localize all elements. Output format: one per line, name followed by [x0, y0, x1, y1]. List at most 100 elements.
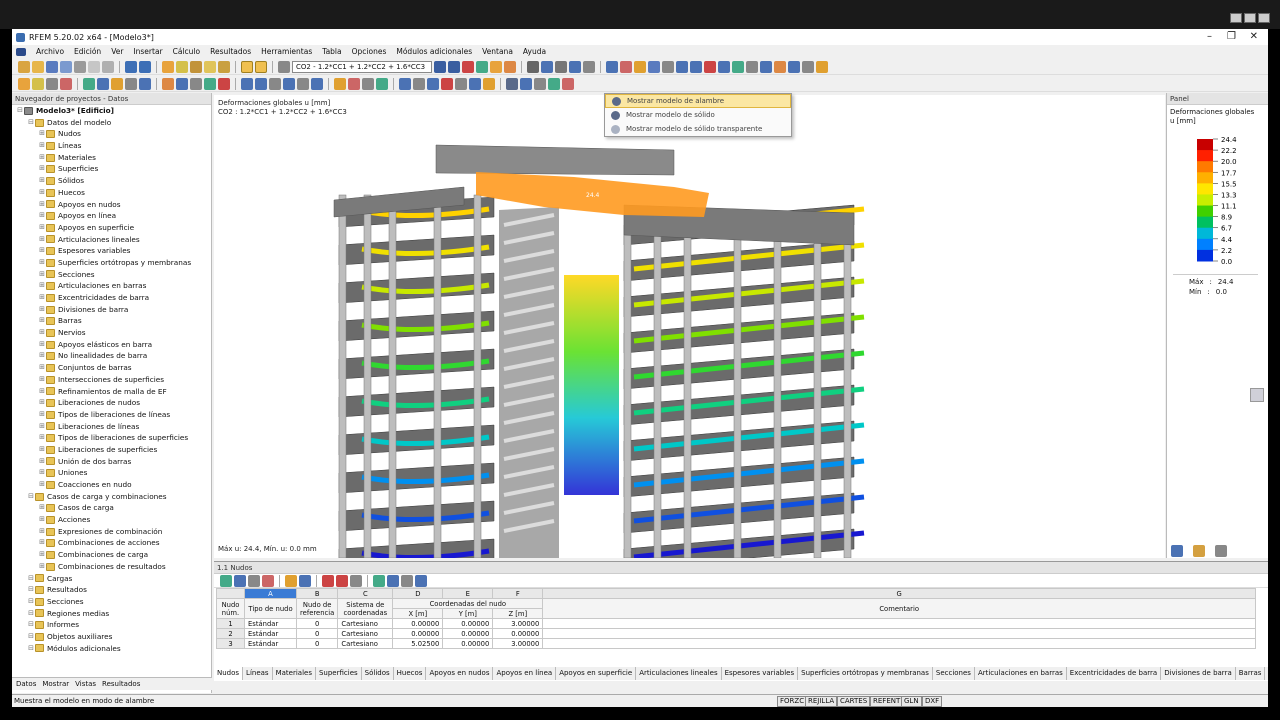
tree-item[interactable]: ⊞ Liberaciones de líneas: [12, 421, 211, 433]
table-cell[interactable]: Cartesiano: [337, 638, 394, 649]
tool-icon[interactable]: [583, 60, 595, 73]
tool-icon[interactable]: [255, 77, 267, 90]
table-cell[interactable]: 0.00000: [442, 638, 494, 649]
status-refent[interactable]: REFENT: [870, 696, 904, 707]
tool-icon[interactable]: [350, 574, 362, 587]
tool-icon[interactable]: [802, 60, 814, 73]
expand-icon[interactable]: ⊟: [27, 573, 35, 585]
expand-icon[interactable]: ⊞: [38, 374, 46, 386]
col-letter-c[interactable]: C: [337, 588, 394, 599]
tree-item[interactable]: ⊞ Tipos de liberaciones de superficies: [12, 432, 211, 444]
tree-item[interactable]: ⊞ Superficies ortótropas y membranas: [12, 257, 211, 269]
tool-icon[interactable]: [60, 77, 72, 90]
menu-calculo[interactable]: Cálculo: [173, 47, 200, 56]
tool-icon[interactable]: [32, 77, 44, 90]
tree-item[interactable]: ⊞ Liberaciones de nudos: [12, 397, 211, 409]
tool-icon[interactable]: [732, 60, 744, 73]
tool-icon[interactable]: [455, 77, 467, 90]
view-icon[interactable]: [241, 60, 253, 73]
menu-archivo[interactable]: Archivo: [36, 47, 64, 56]
menu-insertar[interactable]: Insertar: [133, 47, 162, 56]
cut-icon[interactable]: [74, 60, 86, 73]
table-cell[interactable]: 0.00000: [442, 618, 494, 629]
zoom-icon[interactable]: [1250, 388, 1264, 402]
table-tab[interactable]: Nudos: [214, 667, 244, 680]
expand-icon[interactable]: ⊟: [27, 117, 35, 129]
table-cell[interactable]: 0: [295, 628, 339, 639]
tree-item[interactable]: ⊞ Coacciones en nudo: [12, 479, 211, 491]
tool-icon[interactable]: [718, 60, 730, 73]
tree-item[interactable]: ⊞ Apoyos elásticos en barra: [12, 339, 211, 351]
expand-icon[interactable]: ⊞: [38, 502, 46, 514]
maximize-button[interactable]: ❐: [1227, 31, 1236, 42]
tool-icon[interactable]: [334, 77, 346, 90]
expand-icon[interactable]: ⊞: [38, 409, 46, 421]
tool-icon[interactable]: [788, 60, 800, 73]
tool-icon[interactable]: [176, 77, 188, 90]
expand-icon[interactable]: ⊞: [38, 526, 46, 538]
tool-icon[interactable]: [548, 77, 560, 90]
load-combination-select[interactable]: CO2 - 1.2*CC1 + 1.2*CC2 + 1.6*CC3: [292, 60, 432, 73]
table-tab[interactable]: Excentricidades de barra: [1067, 667, 1162, 680]
tool-icon[interactable]: [527, 60, 539, 73]
tree-item[interactable]: ⊞ Combinaciones de acciones: [12, 537, 211, 549]
excel-icon[interactable]: [220, 574, 232, 587]
table-tab[interactable]: Huecos: [394, 667, 427, 680]
display-mode-icon[interactable]: [506, 77, 518, 90]
tree-item[interactable]: ⊞ Liberaciones de superficies: [12, 444, 211, 456]
menu-ver[interactable]: Ver: [111, 47, 123, 56]
table-tab[interactable]: Articulaciones en barras: [975, 667, 1067, 680]
table-cell[interactable]: Estándar: [244, 618, 297, 629]
tool-icon[interactable]: [111, 77, 123, 90]
tree-item[interactable]: ⊞ Articulaciones en barras: [12, 280, 211, 292]
expand-icon[interactable]: ⊞: [38, 456, 46, 468]
tree-item[interactable]: ⊞ Divisiones de barra: [12, 304, 211, 316]
tool-icon[interactable]: [401, 574, 413, 587]
expand-icon[interactable]: ⊞: [38, 210, 46, 222]
copy-icon[interactable]: [88, 60, 100, 73]
print-icon[interactable]: [60, 60, 72, 73]
expand-icon[interactable]: ⊟: [27, 584, 35, 596]
table-cell[interactable]: 0: [295, 638, 339, 649]
tool-icon[interactable]: [311, 77, 323, 90]
tab-vistas[interactable]: Vistas: [75, 680, 96, 688]
expand-icon[interactable]: ⊞: [38, 421, 46, 433]
expand-icon[interactable]: ⊞: [38, 269, 46, 281]
table-tab[interactable]: Divisiones de barra: [1161, 667, 1236, 680]
menu-ventana[interactable]: Ventana: [482, 47, 513, 56]
table-row[interactable]: 1 Estándar 0 Cartesiano 0.00000 0.00000 3.0000…: [216, 618, 1256, 629]
tab-datos[interactable]: Datos: [16, 680, 36, 688]
table-cell[interactable]: 0.00000: [392, 618, 444, 629]
tool-icon[interactable]: [676, 60, 688, 73]
expand-icon[interactable]: ⊞: [38, 292, 46, 304]
status-forzc[interactable]: FORZC: [777, 696, 808, 707]
expand-icon[interactable]: ⊞: [38, 339, 46, 351]
tree-item[interactable]: ⊞ Barras: [12, 315, 211, 327]
tool-icon[interactable]: [469, 77, 481, 90]
expand-icon[interactable]: ⊞: [38, 280, 46, 292]
expand-icon[interactable]: ⊞: [38, 128, 46, 140]
table-row[interactable]: 3 Estándar 0 Cartesiano 5.02500 0.00000 3.0000…: [216, 638, 1256, 649]
tool-icon[interactable]: [162, 77, 174, 90]
tree-item[interactable]: ⊞ Combinaciones de carga: [12, 549, 211, 561]
tree-item[interactable]: ⊞ Expresiones de combinación: [12, 526, 211, 538]
expand-icon[interactable]: ⊟: [16, 105, 24, 117]
tool-icon[interactable]: [241, 77, 253, 90]
table-cell[interactable]: Cartesiano: [337, 618, 394, 629]
status-dxf[interactable]: DXF: [922, 696, 943, 707]
expand-icon[interactable]: ⊞: [38, 199, 46, 211]
tool-icon[interactable]: [299, 574, 311, 587]
table-cell[interactable]: 0.00000: [442, 628, 494, 639]
expand-icon[interactable]: ⊞: [38, 222, 46, 234]
tool-icon[interactable]: [322, 574, 334, 587]
menu-tabla[interactable]: Tabla: [322, 47, 341, 56]
tree-item[interactable]: ⊞ Unión de dos barras: [12, 456, 211, 468]
menu-item-wireframe[interactable]: Mostrar modelo de alambre: [605, 94, 791, 108]
col-letter-e[interactable]: E: [442, 588, 494, 599]
table-tab[interactable]: Superficies: [316, 667, 362, 680]
tree-item[interactable]: ⊞ Materiales: [12, 152, 211, 164]
legend-icon[interactable]: [1171, 545, 1183, 557]
table-tab[interactable]: Barras: [1236, 667, 1266, 680]
arrow-right-icon[interactable]: [448, 60, 460, 73]
tool-icon[interactable]: [427, 77, 439, 90]
